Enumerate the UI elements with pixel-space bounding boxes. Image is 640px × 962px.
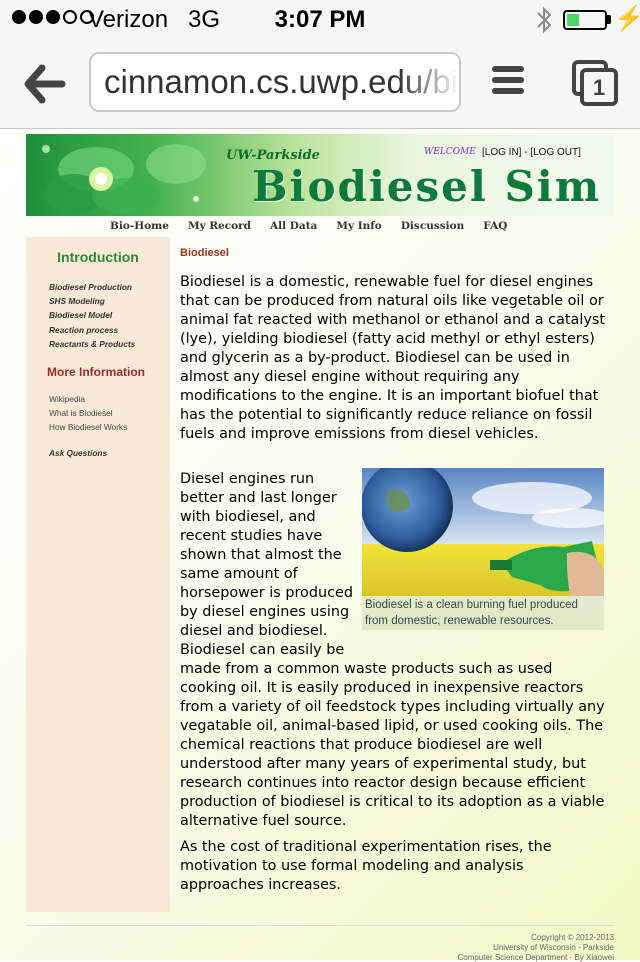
- nav-all-data[interactable]: All Data: [270, 220, 317, 232]
- battery-tip: [607, 15, 611, 24]
- sidebar-link-reactants-products[interactable]: Reactants & Products: [49, 339, 135, 349]
- tabs-icon[interactable]: 1: [572, 60, 618, 106]
- figure-caption: Biodiesel is a clean burning fuel produc…: [362, 596, 604, 630]
- welcome-text: WELCOME: [424, 147, 476, 157]
- nav-faq[interactable]: FAQ: [483, 220, 507, 232]
- site-banner: UW-Parkside Biodiesel Sim WELCOME [LOG I…: [26, 134, 614, 216]
- footer-divider: [26, 925, 614, 926]
- sidebar: Introduction Biodiesel Production SHS Mo…: [26, 237, 170, 912]
- battery-icon: [563, 10, 607, 30]
- sidebar-link-what-is-biodiesel[interactable]: What is Biodiesel: [49, 408, 113, 418]
- banner-subtitle: UW-Parkside: [226, 148, 320, 163]
- status-bar: Verizon 3G 3:07 PM ⚡: [0, 0, 640, 40]
- login-logout-links[interactable]: [LOG IN] - [LOG OUT]: [482, 147, 581, 158]
- more-information-heading: More Information: [47, 365, 145, 379]
- tab-count: 1: [580, 68, 618, 106]
- sidebar-heading: Introduction: [57, 249, 139, 265]
- bluetooth-icon: [537, 6, 552, 34]
- address-bar[interactable]: cinnamon.cs.uwp.edu/bi: [89, 52, 461, 112]
- menu-icon[interactable]: [492, 66, 524, 96]
- nav-discussion[interactable]: Discussion: [401, 220, 464, 232]
- browser-toolbar: cinnamon.cs.uwp.edu/bi 1: [0, 40, 640, 129]
- paragraph-intro: Biodiesel is a domestic, renewable fuel …: [180, 274, 606, 442]
- sidebar-link-biodiesel-model[interactable]: Biodiesel Model: [49, 310, 112, 320]
- footer-department: Computer Science Department · By Xiaowei: [457, 953, 614, 962]
- nav-my-info[interactable]: My Info: [336, 220, 381, 232]
- sidebar-link-shs-modeling[interactable]: SHS Modeling: [49, 296, 105, 306]
- nav-bio-home[interactable]: Bio-Home: [110, 220, 169, 232]
- sidebar-link-wikipedia[interactable]: Wikipedia: [49, 394, 85, 404]
- site-title: Biodiesel Sim: [252, 162, 602, 211]
- back-arrow-icon[interactable]: [22, 62, 66, 106]
- web-page: UW-Parkside Biodiesel Sim WELCOME [LOG I…: [0, 129, 640, 962]
- footer-copyright: Copyright © 2012-2013: [531, 933, 614, 942]
- content-heading: Biodiesel: [180, 247, 229, 259]
- flower-logo-graphic: [42, 144, 206, 214]
- site-navigation: Bio-Home My Record All Data My Info Disc…: [110, 220, 507, 232]
- sidebar-link-ask-questions[interactable]: Ask Questions: [49, 448, 107, 458]
- nav-my-record[interactable]: My Record: [188, 220, 251, 232]
- paragraph-modeling: As the cost of traditional experimentati…: [180, 839, 552, 893]
- sidebar-link-how-biodiesel-works[interactable]: How Biodiesel Works: [49, 422, 127, 432]
- footer-university: University of Wisconsin - Parkside: [493, 943, 614, 952]
- sidebar-link-biodiesel-production[interactable]: Biodiesel Production: [49, 282, 132, 292]
- sidebar-link-reaction-process[interactable]: Reaction process: [49, 325, 118, 335]
- charging-icon: ⚡: [614, 5, 640, 32]
- biodiesel-photo: Biodiesel is a clean burning fuel produc…: [362, 468, 604, 630]
